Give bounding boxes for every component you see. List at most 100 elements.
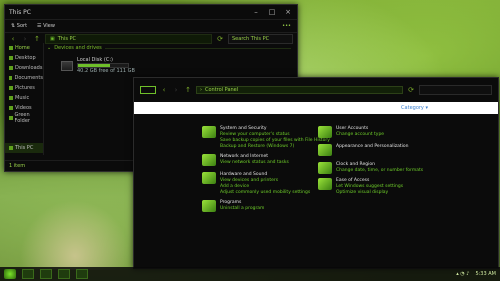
sort-button[interactable]: ⇅ Sort bbox=[11, 23, 27, 29]
forward-icon[interactable]: › bbox=[172, 86, 180, 94]
explorer-title: This PC bbox=[9, 8, 31, 16]
printer-icon bbox=[202, 172, 216, 184]
explorer-address-bar: ‹ › ↑ ▣ This PC ⟳ Search This PC bbox=[5, 33, 297, 45]
category-link[interactable]: Adjust commonly used mobility settings bbox=[220, 190, 310, 196]
downloads-icon bbox=[9, 66, 13, 70]
network-icon bbox=[202, 154, 216, 166]
category-network-internet[interactable]: Network and Internet View network status… bbox=[202, 154, 289, 166]
cp-address-field[interactable]: › Control Panel bbox=[196, 86, 403, 94]
address-text: This PC bbox=[57, 36, 77, 42]
category-title[interactable]: System and Security bbox=[220, 126, 330, 131]
more-options-icon[interactable]: ••• bbox=[282, 23, 291, 29]
view-by-dropdown[interactable]: Category ▾ bbox=[401, 105, 428, 111]
category-link[interactable]: Change date, time, or number formats bbox=[336, 168, 423, 174]
sidebar-item-home[interactable]: Home bbox=[5, 43, 43, 53]
search-input[interactable]: Search This PC bbox=[228, 34, 293, 44]
category-link[interactable]: Change account type bbox=[336, 132, 384, 138]
back-icon[interactable]: ‹ bbox=[9, 35, 17, 43]
appearance-icon bbox=[318, 144, 332, 156]
category-title[interactable]: Hardware and Sound bbox=[220, 172, 310, 177]
close-button[interactable]: × bbox=[283, 8, 293, 16]
up-icon[interactable]: ↑ bbox=[184, 86, 192, 94]
wallpaper-path bbox=[20, 200, 130, 270]
cp-view-bar: Category ▾ bbox=[134, 102, 498, 114]
category-user-accounts[interactable]: User Accounts Change account type bbox=[318, 126, 384, 138]
tray-icons[interactable]: ▴ ◔ ♪ bbox=[456, 271, 469, 277]
item-count: 1 item bbox=[9, 163, 26, 169]
category-title[interactable]: Ease of Access bbox=[336, 178, 403, 183]
control-panel-window: ‹ › ↑ › Control Panel ⟳ Category ▾ Syste… bbox=[133, 77, 499, 269]
music-icon bbox=[9, 96, 13, 100]
sidebar-item-label: Pictures bbox=[15, 85, 35, 91]
explorer-titlebar: This PC – □ × bbox=[5, 5, 297, 19]
category-title[interactable]: Appearance and Personalization bbox=[336, 144, 408, 149]
drive-tile[interactable]: Local Disk (C:) 40.2 GB free of 111 GB bbox=[61, 57, 291, 74]
hard-drive-icon bbox=[61, 60, 73, 71]
sidebar-item-music[interactable]: Music bbox=[5, 93, 43, 103]
shield-icon bbox=[202, 126, 216, 138]
category-title[interactable]: Clock and Region bbox=[336, 162, 423, 167]
address-field[interactable]: ▣ This PC bbox=[45, 34, 212, 44]
sidebar-item-this-pc[interactable]: This PC bbox=[5, 143, 43, 153]
forward-icon[interactable]: › bbox=[21, 35, 29, 43]
clock-icon bbox=[318, 162, 332, 174]
category-link[interactable]: Optimize visual display bbox=[336, 190, 403, 196]
category-hardware-sound[interactable]: Hardware and Sound View devices and prin… bbox=[202, 172, 310, 196]
category-appearance[interactable]: Appearance and Personalization bbox=[318, 144, 408, 156]
sidebar-item-documents[interactable]: Documents bbox=[5, 73, 43, 83]
devices-group-header[interactable]: ⌄ Devices and drives bbox=[47, 45, 291, 51]
explorer-ribbon: ⇅ Sort ☰ View ••• bbox=[5, 19, 297, 33]
drive-free-space: 40.2 GB free of 111 GB bbox=[77, 68, 135, 74]
group-title: Devices and drives bbox=[54, 45, 102, 51]
view-button[interactable]: ☰ View bbox=[37, 23, 55, 29]
explorer-sidebar: Home Desktop Downloads Documents Picture… bbox=[5, 43, 44, 155]
category-programs[interactable]: Programs Uninstall a program bbox=[202, 200, 264, 212]
explorer-content: ⌄ Devices and drives Local Disk (C:) 40.… bbox=[47, 45, 291, 74]
sidebar-item-downloads[interactable]: Downloads bbox=[5, 63, 43, 73]
category-title[interactable]: User Accounts bbox=[336, 126, 384, 131]
pc-icon: ▣ bbox=[50, 36, 55, 42]
start-button[interactable] bbox=[4, 269, 16, 279]
drive-usage-fill bbox=[78, 64, 110, 67]
taskbar-app-icon[interactable] bbox=[58, 269, 70, 279]
cp-categories: System and Security Review your computer… bbox=[134, 114, 498, 274]
sidebar-item-label: Home bbox=[15, 45, 30, 51]
user-icon bbox=[318, 126, 332, 138]
group-divider bbox=[104, 47, 291, 49]
sort-label: Sort bbox=[16, 23, 28, 29]
refresh-icon[interactable]: ⟳ bbox=[216, 35, 224, 43]
refresh-icon[interactable]: ⟳ bbox=[407, 86, 415, 94]
taskbar-app-icon[interactable] bbox=[40, 269, 52, 279]
accessibility-icon bbox=[318, 178, 332, 190]
folder-icon bbox=[9, 116, 13, 120]
category-system-security[interactable]: System and Security Review your computer… bbox=[202, 126, 330, 150]
sidebar-item-label: This PC bbox=[15, 145, 34, 151]
home-icon bbox=[9, 46, 13, 50]
category-link[interactable]: View network status and tasks bbox=[220, 160, 289, 166]
taskbar-app-icon[interactable] bbox=[76, 269, 88, 279]
chevron-down-icon: ⌄ bbox=[47, 45, 52, 51]
minimize-button[interactable]: – bbox=[251, 8, 261, 16]
sidebar-item-label: Videos bbox=[15, 105, 32, 111]
category-ease-of-access[interactable]: Ease of Access Let Windows suggest setti… bbox=[318, 178, 403, 196]
view-label: View bbox=[43, 23, 55, 29]
category-title[interactable]: Network and Internet bbox=[220, 154, 289, 159]
pictures-icon bbox=[9, 86, 13, 90]
back-icon[interactable]: ‹ bbox=[160, 86, 168, 94]
maximize-button[interactable]: □ bbox=[267, 8, 277, 16]
taskbar-app-icon[interactable] bbox=[22, 269, 34, 279]
category-link[interactable]: Backup and Restore (Windows 7) bbox=[220, 144, 330, 150]
category-clock-region[interactable]: Clock and Region Change date, time, or n… bbox=[318, 162, 423, 174]
chevron-right-icon: › bbox=[200, 87, 202, 93]
sidebar-item-pictures[interactable]: Pictures bbox=[5, 83, 43, 93]
up-icon[interactable]: ↑ bbox=[33, 35, 41, 43]
category-title[interactable]: Programs bbox=[220, 200, 264, 205]
sidebar-item-green-folder[interactable]: Green Folder bbox=[5, 112, 43, 124]
taskbar-clock[interactable]: 5:33 AM bbox=[475, 271, 496, 277]
cp-search-input[interactable] bbox=[419, 85, 492, 95]
sidebar-item-desktop[interactable]: Desktop bbox=[5, 53, 43, 63]
documents-icon bbox=[9, 76, 13, 80]
videos-icon bbox=[9, 106, 13, 110]
category-link[interactable]: Uninstall a program bbox=[220, 206, 264, 212]
sidebar-item-label: Downloads bbox=[15, 65, 43, 71]
